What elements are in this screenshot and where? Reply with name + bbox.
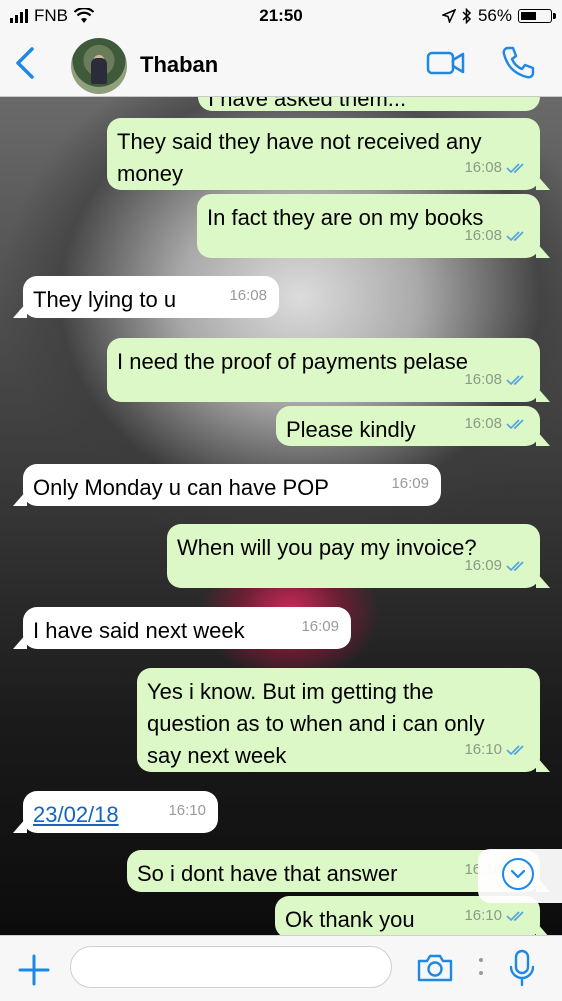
message-bubble-in[interactable]: I have said next week 16:09	[23, 607, 351, 649]
message-bubble-out[interactable]: Please kindly 16:08	[276, 406, 540, 446]
message-time: 16:08	[464, 227, 502, 244]
message-bubble-out[interactable]: They said they have not received any mon…	[107, 118, 540, 190]
message-time: 16:08	[229, 287, 267, 304]
status-bar: FNB 21:50 56%	[0, 0, 562, 32]
message-time: 16:08	[464, 371, 502, 388]
chevron-down-icon	[502, 858, 534, 890]
camera-icon[interactable]	[416, 953, 454, 983]
read-ticks-icon	[506, 231, 524, 242]
message-meta: 16:10	[464, 900, 528, 932]
message-bubble-out[interactable]: I need the proof of payments pelase 16:08	[107, 338, 540, 402]
message-meta: 16:08	[464, 97, 528, 105]
message-time: 16:08	[464, 97, 502, 105]
message-meta: 16:09	[464, 550, 528, 582]
read-ticks-icon	[506, 375, 524, 386]
read-ticks-icon	[506, 911, 524, 922]
message-meta: 16:08	[464, 152, 528, 184]
scroll-to-bottom-button[interactable]	[478, 849, 562, 903]
read-ticks-icon	[506, 561, 524, 572]
video-call-icon[interactable]	[426, 50, 466, 76]
contact-name[interactable]: Thaban	[140, 52, 218, 78]
message-meta: 16:09	[391, 468, 429, 500]
separator-dots-icon	[479, 958, 483, 975]
message-time: 16:08	[464, 415, 502, 432]
message-time: 16:10	[464, 907, 502, 924]
read-ticks-icon	[506, 163, 524, 174]
message-meta: 16:09	[301, 611, 339, 643]
microphone-icon[interactable]	[508, 949, 536, 987]
bluetooth-icon	[462, 8, 472, 24]
battery-percent: 56%	[477, 6, 512, 25]
message-input[interactable]	[70, 946, 392, 988]
message-meta: 16:08	[464, 364, 528, 396]
chat-header: Thaban	[0, 32, 562, 97]
chat-area[interactable]: I have asked them...16:08 They said they …	[0, 97, 562, 935]
message-time: 16:09	[464, 557, 502, 574]
read-ticks-icon	[506, 745, 524, 756]
message-time: 16:09	[391, 475, 429, 492]
message-bubble-out[interactable]: In fact they are on my books 16:08	[197, 194, 540, 258]
message-input-bar	[0, 935, 562, 1001]
message-bubble-out[interactable]: When will you pay my invoice? 16:09	[167, 524, 540, 588]
message-meta: 16:08	[464, 408, 528, 440]
message-meta: 16:08	[464, 220, 528, 252]
message-time: 16:08	[464, 159, 502, 176]
plus-icon[interactable]	[16, 952, 52, 988]
status-right-group: 56%	[441, 6, 556, 26]
message-text: Only Monday u can have POP	[33, 475, 329, 500]
message-meta: 16:08	[229, 280, 267, 312]
message-bubble-in[interactable]: 23/02/18 16:10	[23, 791, 218, 833]
location-arrow-icon	[441, 9, 456, 23]
message-time: 16:10	[464, 741, 502, 758]
message-time: 16:09	[301, 618, 339, 635]
read-ticks-icon	[506, 419, 524, 430]
message-meta: 16:10	[464, 734, 528, 766]
message-time: 16:10	[168, 802, 206, 819]
message-bubble-in[interactable]: They lying to u 16:08	[23, 276, 279, 318]
contact-avatar[interactable]	[71, 38, 127, 94]
message-bubble-in[interactable]: Only Monday u can have POP 16:09	[23, 464, 441, 506]
back-chevron-icon[interactable]	[10, 46, 40, 80]
message-meta: 16:10	[168, 795, 206, 827]
battery-icon	[518, 9, 556, 23]
message-bubble-out[interactable]: I have asked them...16:08	[198, 97, 540, 111]
message-bubble-out[interactable]: Yes i know. But im getting the question …	[137, 668, 540, 772]
phone-call-icon[interactable]	[500, 45, 536, 81]
